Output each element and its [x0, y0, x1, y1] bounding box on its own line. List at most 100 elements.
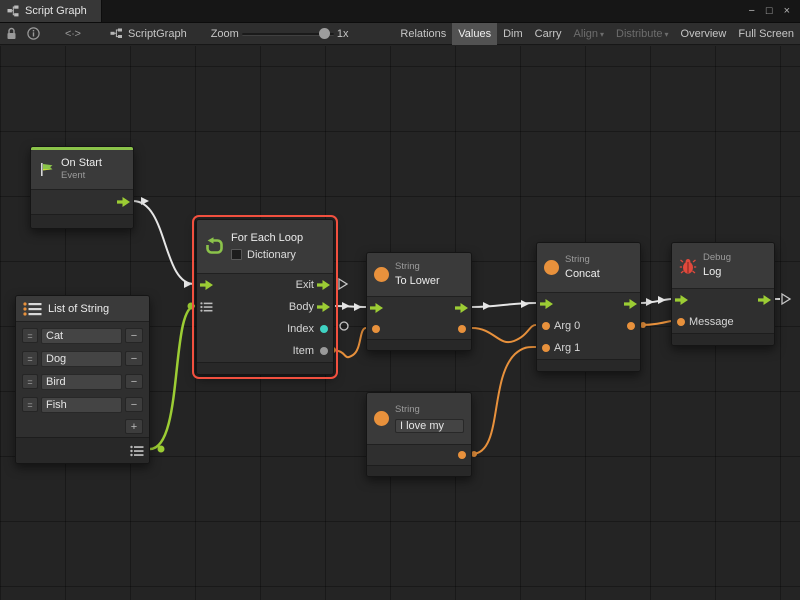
port-row-body: Body — [197, 296, 333, 318]
string-value-field[interactable] — [395, 419, 464, 433]
title-bar: Script Graph − □ × — [0, 0, 800, 22]
port-row-arg1: Arg 1 — [537, 337, 640, 359]
graph-canvas[interactable]: On Start Event List of String — [0, 46, 800, 600]
arg0-input-port[interactable] — [542, 322, 550, 330]
node-list-of-string[interactable]: List of String = − = − = − — [15, 295, 150, 464]
list-item: = − — [16, 347, 149, 370]
string-output-port[interactable] — [458, 451, 466, 459]
port-row-trigger — [31, 190, 133, 214]
node-for-each-loop[interactable]: For Each Loop Dictionary Exit B — [196, 219, 334, 375]
port-label: Exit — [296, 279, 314, 291]
dictionary-checkbox[interactable] — [231, 249, 242, 260]
node-on-start[interactable]: On Start Event — [30, 146, 134, 229]
flow-input-port[interactable] — [675, 295, 688, 305]
wire-value-literal-to-concat — [472, 347, 536, 454]
remove-item-button[interactable]: − — [125, 397, 143, 412]
drag-handle-icon[interactable]: = — [22, 328, 38, 343]
list-item-field[interactable] — [41, 351, 122, 367]
remove-item-button[interactable]: − — [125, 374, 143, 389]
toolbar-button-align[interactable]: Align▾ — [568, 23, 610, 45]
node-category: String — [395, 404, 464, 416]
close-button[interactable]: × — [784, 5, 790, 17]
flow-output-port[interactable] — [758, 295, 771, 305]
code-icon[interactable]: <∙> — [58, 23, 88, 45]
zoom-slider-knob[interactable] — [319, 28, 330, 39]
wire-exec-onstart-to-foreach — [133, 201, 194, 284]
loop-icon — [204, 236, 225, 257]
node-string-literal[interactable]: String — [366, 392, 472, 477]
string-input-port[interactable] — [372, 325, 380, 333]
log-out-arrow — [782, 294, 790, 304]
port-label: Arg 1 — [554, 342, 580, 354]
node-category: String — [565, 254, 600, 266]
toolbar-button-values[interactable]: Values — [452, 23, 497, 45]
bug-icon — [679, 257, 697, 275]
string-icon — [544, 260, 559, 275]
flow-input-port[interactable] — [200, 280, 213, 290]
wire-arrow — [646, 298, 654, 306]
flag-icon — [38, 161, 55, 178]
node-to-lower[interactable]: String To Lower — [366, 252, 472, 351]
wire-arrow — [483, 302, 491, 310]
toolbar-button-full-screen[interactable]: Full Screen — [732, 23, 800, 45]
port-row-index: Index — [197, 318, 333, 340]
add-item-button[interactable]: + — [125, 419, 143, 434]
list-item-field[interactable] — [41, 397, 122, 413]
node-title: List of String — [48, 303, 109, 315]
info-icon[interactable] — [22, 23, 44, 45]
node-log[interactable]: Debug Log Message — [671, 242, 775, 346]
remove-item-button[interactable]: − — [125, 351, 143, 366]
toolbar-button-carry[interactable]: Carry — [529, 23, 568, 45]
flow-output-port[interactable] — [117, 197, 130, 207]
port-row-message: Message — [672, 311, 774, 333]
node-footer — [31, 214, 133, 228]
lock-icon[interactable] — [0, 23, 22, 45]
zoom-value: 1x — [337, 28, 349, 40]
drag-handle-icon[interactable]: = — [22, 374, 38, 389]
toolbar-button-dim[interactable]: Dim — [497, 23, 529, 45]
node-concat[interactable]: String Concat Arg 0 Arg 1 — [536, 242, 641, 372]
port-row-value — [367, 319, 471, 339]
index-output-port[interactable] — [320, 325, 328, 333]
port-row-arg0: Arg 0 — [537, 315, 640, 337]
maximize-button[interactable]: □ — [766, 5, 773, 17]
flow-output-port[interactable] — [455, 303, 468, 313]
toolbar-button-relations[interactable]: Relations — [394, 23, 452, 45]
drag-handle-icon[interactable]: = — [22, 351, 38, 366]
tab-script-graph[interactable]: Script Graph — [0, 0, 102, 22]
node-title: For Each Loop — [231, 231, 303, 245]
port-row-value — [367, 445, 471, 465]
flow-input-port[interactable] — [540, 299, 553, 309]
drag-handle-icon[interactable]: = — [22, 397, 38, 412]
toolbar-button-distribute[interactable]: Distribute▾ — [610, 23, 674, 45]
list-item-field[interactable] — [41, 374, 122, 390]
arg1-input-port[interactable] — [542, 344, 550, 352]
message-input-port[interactable] — [677, 318, 685, 326]
chevron-down-icon: ▾ — [600, 30, 604, 39]
wire-arrow — [521, 300, 529, 308]
list-item-field[interactable] — [41, 328, 122, 344]
item-output-port[interactable] — [320, 347, 328, 355]
wire-arrow — [184, 280, 192, 288]
exit-unconnected-arrow — [339, 279, 347, 289]
list-input-port[interactable] — [200, 302, 213, 313]
port-label: Arg 0 — [554, 320, 580, 332]
toolbar-button-overview[interactable]: Overview — [675, 23, 733, 45]
string-output-port[interactable] — [458, 325, 466, 333]
remove-item-button[interactable]: − — [125, 328, 143, 343]
minimize-button[interactable]: − — [748, 5, 754, 17]
wire-arrow — [141, 197, 149, 205]
wire-value-list-to-foreach — [150, 306, 195, 449]
zoom-slider[interactable] — [242, 23, 334, 45]
flow-output-port[interactable] — [624, 299, 637, 309]
node-footer — [367, 339, 471, 350]
flow-output-port[interactable] — [317, 280, 330, 290]
flow-input-port[interactable] — [370, 303, 383, 313]
dictionary-label: Dictionary — [247, 248, 296, 262]
list-items: = − = − = − = − — [16, 322, 149, 416]
result-output-port[interactable] — [627, 322, 635, 330]
node-footer — [16, 437, 149, 463]
port-row-flow — [367, 297, 471, 319]
list-output-port[interactable] — [130, 445, 144, 457]
flow-output-port[interactable] — [317, 302, 330, 312]
